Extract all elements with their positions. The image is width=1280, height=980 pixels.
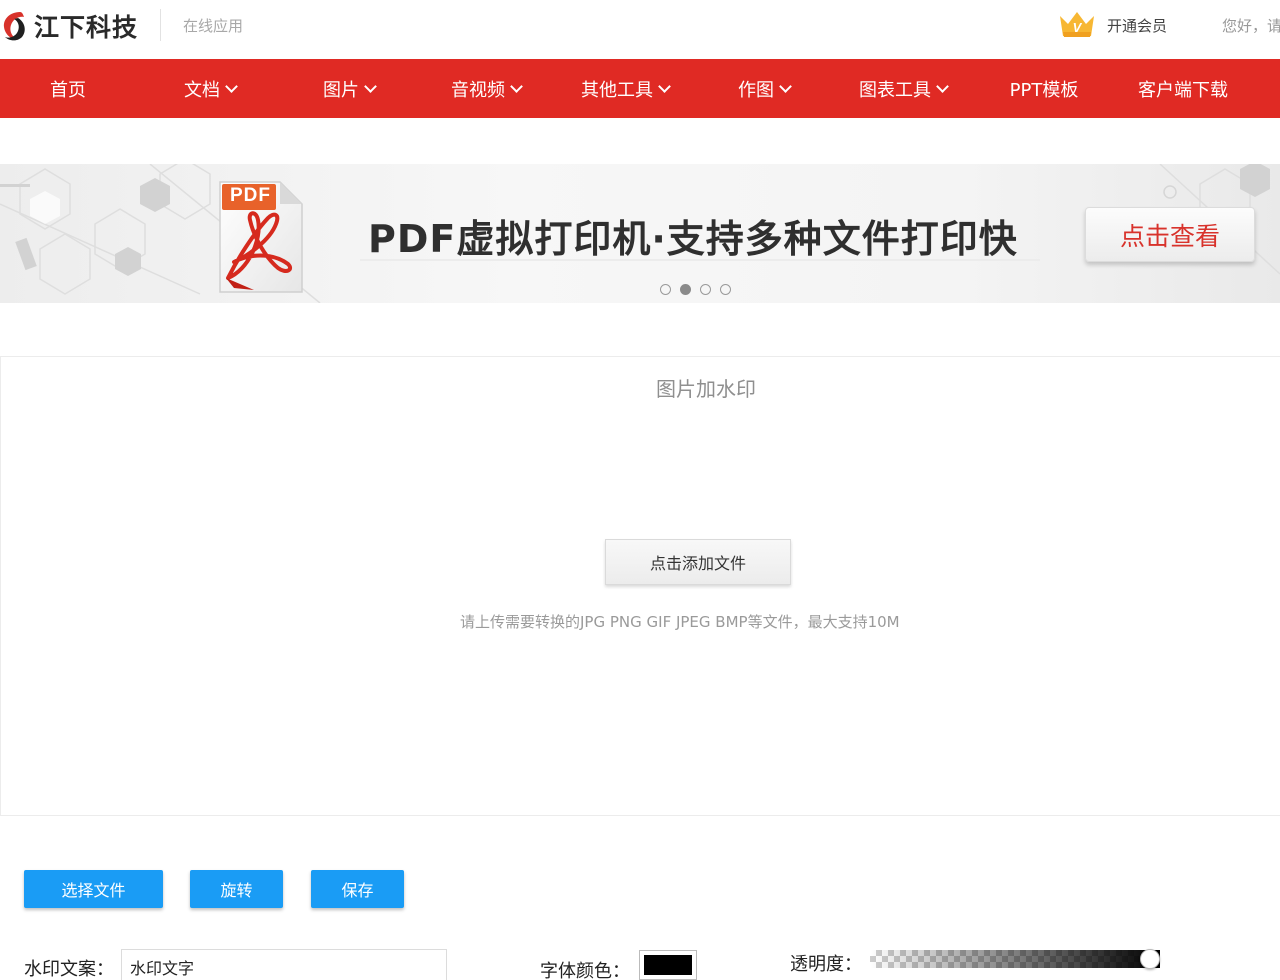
save-button[interactable]: 保存 bbox=[311, 870, 404, 908]
logo[interactable]: 江下科技 bbox=[0, 8, 138, 44]
rotate-button[interactable]: 旋转 bbox=[190, 870, 283, 908]
opacity-label: 透明度： bbox=[790, 954, 862, 975]
watermark-text-input[interactable] bbox=[121, 949, 447, 980]
nav-item-documents[interactable]: 文档 bbox=[160, 59, 260, 118]
promo-banner[interactable]: PDF PDF虚拟打印机·支持多种文件打印快 点击查看 bbox=[0, 164, 1280, 303]
crown-icon: V bbox=[1060, 12, 1094, 37]
nav-item-label: 作图 bbox=[738, 79, 774, 101]
carousel-dot[interactable] bbox=[720, 284, 731, 295]
upload-hint: 请上传需要转换的JPG PNG GIF JPEG BMP等文件，最大支持10M bbox=[460, 613, 900, 631]
nav-item-other-tools[interactable]: 其他工具 bbox=[565, 59, 685, 118]
upload-drop-area[interactable]: 图片加水印 点击添加文件 请上传需要转换的JPG PNG GIF JPEG BM… bbox=[0, 356, 1280, 816]
nav-item-label: 图表工具 bbox=[859, 79, 931, 101]
banner-carousel-dots bbox=[660, 284, 731, 295]
nav-item-ppt-templates[interactable]: PPT模板 bbox=[994, 59, 1094, 118]
pdf-icon-label: PDF bbox=[230, 185, 271, 206]
chevron-down-icon bbox=[779, 79, 792, 93]
chevron-down-icon bbox=[364, 79, 377, 93]
header-divider bbox=[160, 9, 161, 41]
opacity-slider-handle[interactable] bbox=[1140, 949, 1160, 969]
banner-headline: PDF虚拟打印机·支持多种文件打印快 bbox=[368, 217, 1018, 261]
carousel-dot[interactable] bbox=[660, 284, 671, 295]
chevron-down-icon bbox=[936, 79, 949, 93]
nav-item-client-download[interactable]: 客户端下载 bbox=[1123, 59, 1243, 118]
logo-icon bbox=[3, 12, 25, 41]
nav-item-drawing[interactable]: 作图 bbox=[718, 59, 810, 118]
nav-item-audio-video[interactable]: 音视频 bbox=[430, 59, 542, 118]
font-color-picker[interactable] bbox=[639, 950, 697, 980]
opacity-slider-track[interactable] bbox=[870, 950, 1160, 968]
carousel-dot-active[interactable] bbox=[680, 284, 691, 295]
chevron-down-icon bbox=[510, 79, 523, 93]
nav-item-label: 音视频 bbox=[451, 79, 505, 101]
opacity-slider-fill bbox=[870, 950, 1160, 968]
nav-item-label: 客户端下载 bbox=[1138, 79, 1228, 101]
watermark-text-label: 水印文案： bbox=[24, 959, 114, 980]
logo-text: 江下科技 bbox=[34, 13, 139, 42]
nav-item-label: 首页 bbox=[50, 79, 86, 101]
select-file-button[interactable]: 选择文件 bbox=[24, 870, 163, 908]
nav-item-images[interactable]: 图片 bbox=[299, 59, 399, 118]
main-nav: 首页 文档 图片 音视频 其他工具 作图 图表工具 PPT模板 客户端下载 bbox=[0, 59, 1280, 118]
chevron-down-icon bbox=[658, 79, 671, 93]
nav-item-label: 图片 bbox=[323, 79, 359, 101]
greeting-text[interactable]: 您好，请 bbox=[1222, 15, 1280, 36]
nav-item-chart-tools[interactable]: 图表工具 bbox=[843, 59, 963, 118]
vip-label: 开通会员 bbox=[1107, 16, 1168, 35]
tool-title: 图片加水印 bbox=[1, 373, 1280, 402]
nav-item-label: PPT模板 bbox=[1009, 79, 1079, 101]
font-color-label: 字体颜色： bbox=[540, 961, 630, 980]
vip-button[interactable]: V 开通会员 bbox=[1057, 10, 1167, 40]
svg-text:V: V bbox=[1073, 20, 1083, 35]
carousel-dot[interactable] bbox=[700, 284, 711, 295]
site-subtitle: 在线应用 bbox=[183, 17, 244, 35]
nav-item-label: 文档 bbox=[184, 79, 220, 101]
top-header: 江下科技 在线应用 V 开通会员 您好，请 bbox=[0, 0, 1280, 59]
font-color-swatch bbox=[644, 955, 692, 975]
nav-item-home[interactable]: 首页 bbox=[22, 59, 114, 118]
banner-view-button[interactable]: 点击查看 bbox=[1085, 207, 1255, 262]
chevron-down-icon bbox=[225, 79, 238, 93]
add-file-button[interactable]: 点击添加文件 bbox=[605, 539, 791, 585]
nav-item-label: 其他工具 bbox=[581, 79, 653, 101]
tool-title-text: 图片加水印 bbox=[656, 377, 756, 401]
